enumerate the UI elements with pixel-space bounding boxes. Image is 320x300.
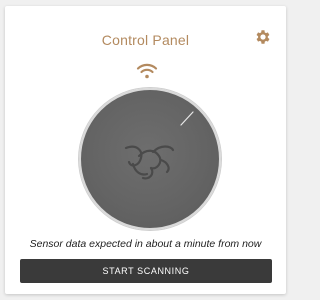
status-message: Sensor data expected in about a minute f… [29, 238, 262, 250]
start-scanning-button[interactable]: START SCANNING [20, 259, 272, 283]
gear-icon[interactable] [254, 28, 272, 46]
wifi-icon [136, 62, 158, 80]
logo-mark-icon [124, 145, 175, 180]
control-panel-card: Control Panel Sensor data expected in ab… [5, 6, 286, 294]
sensor-dial[interactable] [79, 88, 221, 230]
dial-indicator-mark [180, 111, 194, 126]
panel-title: Control Panel [101, 32, 190, 48]
